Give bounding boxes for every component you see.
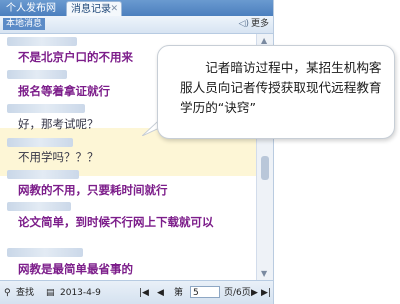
page-suffix: 页/6页 (224, 288, 251, 298)
scroll-thumb[interactable] (261, 156, 269, 180)
tab-message-history[interactable]: 消息记录 ✕ (66, 1, 122, 16)
message-toolbar: 本地消息 ◁) 更多 (0, 16, 273, 34)
page-number-input[interactable]: 5 (190, 286, 220, 298)
list-item: 不用学吗？？？ (18, 150, 99, 164)
tab-personal-site[interactable]: 个人发布网站 (2, 1, 64, 29)
list-item: 论文简单，到时候不行网上下载就可以 (18, 215, 214, 229)
scroll-up-icon[interactable]: ▲ (261, 36, 267, 45)
close-icon[interactable]: ✕ (110, 2, 118, 17)
list-item: 网教的不用，只要耗时间就行 (18, 183, 168, 197)
callout-text: 记者暗访过程中，某招生机构客服人员向记者传授获取现代远程教育学历的“诀窍” (180, 60, 382, 115)
first-page-icon[interactable]: |◀ (139, 287, 149, 299)
date-label: 2013-4-9 (60, 288, 101, 298)
sender-name-blurred (7, 104, 85, 113)
sender-name-blurred (7, 202, 71, 211)
callout-bubble: 记者暗访过程中，某招生机构客服人员向记者传授获取现代远程教育学历的“诀窍” (157, 45, 395, 139)
tab-label: 消息记录 (71, 4, 111, 15)
search-button[interactable]: 查找 (16, 287, 34, 299)
sender-name-blurred (7, 70, 67, 79)
local-messages-button[interactable]: 本地消息 (3, 18, 46, 30)
prev-page-icon[interactable]: ◀ (157, 287, 164, 299)
scroll-down-icon[interactable]: ▼ (261, 269, 267, 278)
tab-bar: 个人发布网站 消息记录 ✕ (0, 0, 273, 29)
sender-name-blurred (7, 248, 83, 257)
sender-name-blurred (7, 138, 73, 147)
next-page-icon[interactable]: ▶ (251, 287, 258, 299)
more-button[interactable]: ◁) 更多 (239, 18, 269, 31)
last-page-icon[interactable]: ▶| (261, 287, 271, 299)
speaker-icon: ◁) (238, 19, 249, 29)
sender-name-blurred (7, 170, 79, 179)
list-item: 网教是最简单最省事的 (18, 262, 133, 276)
bottom-toolbar: ⚲ 查找 ▤ 2013-4-9 |◀ ◀ 第 5 页/6页 ▶ ▶| (0, 280, 273, 304)
more-label: 更多 (250, 19, 269, 29)
page-prefix: 第 (174, 288, 184, 298)
search-icon[interactable]: ⚲ (4, 287, 11, 299)
sender-name-blurred (7, 37, 77, 46)
calendar-icon[interactable]: ▤ (46, 287, 55, 299)
